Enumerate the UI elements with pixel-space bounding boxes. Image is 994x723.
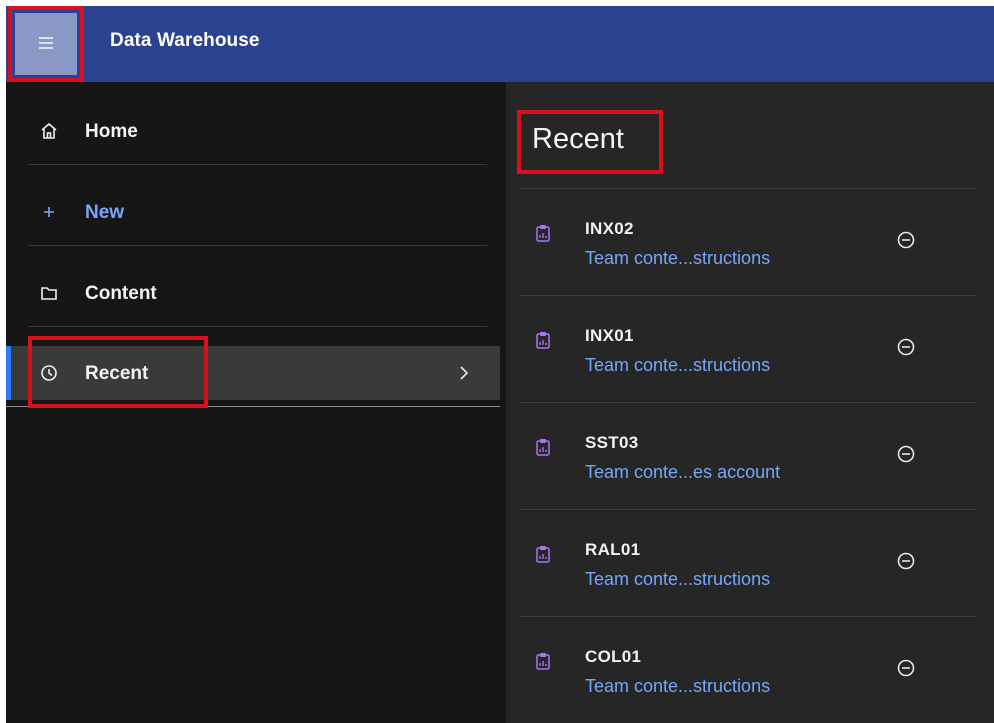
- remove-icon[interactable]: [896, 337, 916, 357]
- remove-icon[interactable]: [896, 658, 916, 678]
- active-indicator: [6, 346, 11, 400]
- app-window: Data Warehouse Home New Content Recent R…: [6, 6, 994, 723]
- divider: [28, 326, 487, 327]
- report-icon: [536, 225, 550, 242]
- list-item[interactable]: INX01 Team conte...structions: [520, 295, 976, 402]
- app-title: Data Warehouse: [110, 30, 260, 51]
- chevron-right-icon: [460, 366, 469, 380]
- remove-icon[interactable]: [896, 230, 916, 250]
- clock-icon: [41, 365, 57, 381]
- menu-button[interactable]: [15, 13, 77, 75]
- report-icon: [536, 546, 550, 563]
- sidebar: Home New Content Recent: [6, 82, 500, 723]
- item-location-link[interactable]: Team conte...structions: [585, 248, 770, 269]
- item-name[interactable]: INX02: [585, 219, 634, 239]
- panel-title: Recent: [532, 123, 624, 155]
- item-location-link[interactable]: Team conte...structions: [585, 355, 770, 376]
- item-location-link[interactable]: Team conte...structions: [585, 569, 770, 590]
- plus-icon: [44, 207, 54, 217]
- divider: [520, 616, 976, 617]
- sidebar-item-home[interactable]: Home: [6, 104, 500, 158]
- sidebar-item-recent[interactable]: Recent: [6, 346, 500, 400]
- sidebar-item-label: Home: [85, 121, 138, 142]
- home-icon: [41, 122, 57, 139]
- header-bar: Data Warehouse: [6, 6, 994, 82]
- item-location-link[interactable]: Team conte...es account: [585, 462, 780, 483]
- list-item[interactable]: INX02 Team conte...structions: [520, 188, 976, 295]
- divider: [520, 188, 976, 189]
- sidebar-item-new[interactable]: New: [6, 185, 500, 239]
- remove-icon[interactable]: [896, 551, 916, 571]
- hamburger-icon: [39, 37, 53, 52]
- item-name[interactable]: RAL01: [585, 540, 640, 560]
- divider: [520, 295, 976, 296]
- report-icon: [536, 653, 550, 670]
- report-icon: [536, 332, 550, 349]
- list-item[interactable]: COL01 Team conte...structions: [520, 616, 976, 723]
- sidebar-item-label: Recent: [85, 363, 149, 384]
- recent-panel: Recent INX02 Team conte...structions INX…: [506, 82, 994, 723]
- divider: [520, 402, 976, 403]
- item-location-link[interactable]: Team conte...structions: [585, 676, 770, 697]
- divider: [520, 509, 976, 510]
- sidebar-item-content[interactable]: Content: [6, 266, 500, 320]
- list-item[interactable]: SST03 Team conte...es account: [520, 402, 976, 509]
- divider: [28, 245, 487, 246]
- item-name[interactable]: INX01: [585, 326, 634, 346]
- folder-icon: [41, 287, 57, 300]
- divider: [28, 164, 487, 165]
- sidebar-item-label: New: [85, 202, 125, 223]
- remove-icon[interactable]: [896, 444, 916, 464]
- sidebar-item-label: Content: [85, 283, 157, 304]
- divider: [6, 406, 500, 407]
- item-name[interactable]: COL01: [585, 647, 641, 667]
- list-item[interactable]: RAL01 Team conte...structions: [520, 509, 976, 616]
- item-name[interactable]: SST03: [585, 433, 638, 453]
- report-icon: [536, 439, 550, 456]
